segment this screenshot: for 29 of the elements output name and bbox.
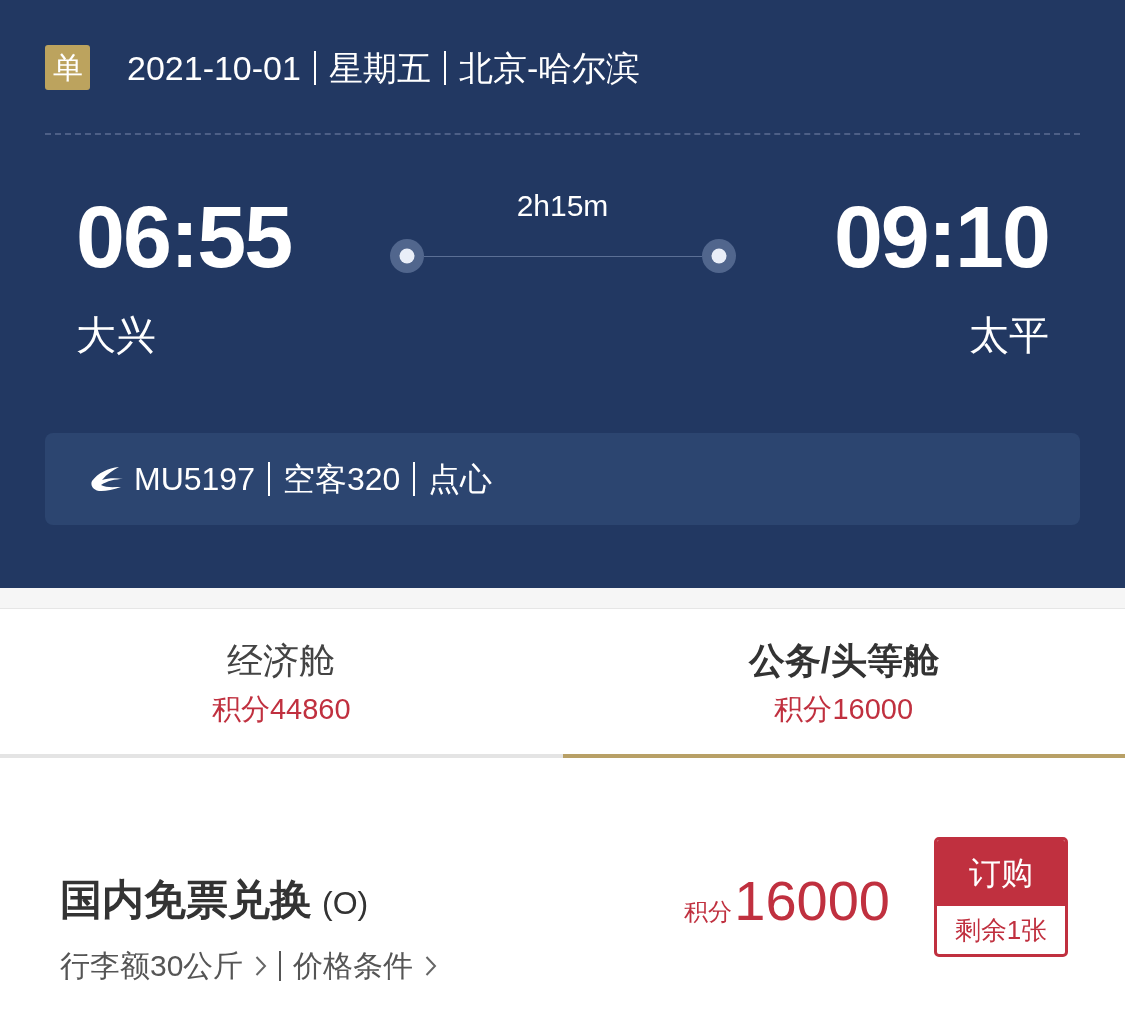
- chevron-right-icon: [425, 955, 438, 977]
- meal-type: 点心: [428, 463, 493, 495]
- book-label: 订购: [937, 840, 1065, 906]
- cabin-points: 积分44860: [211, 695, 351, 724]
- fare-name: 国内免票兑换: [60, 879, 312, 921]
- route-dot-icon: [389, 239, 424, 273]
- departure-airport: 大兴: [76, 315, 156, 355]
- cabin-name: 公务/头等舱: [748, 639, 939, 683]
- book-button[interactable]: 订购 剩余1张: [934, 837, 1068, 957]
- cabin-name: 经济舱: [227, 639, 336, 683]
- points-price: 16000: [734, 873, 890, 929]
- cabin-points: 积分16000: [774, 695, 914, 724]
- departure-time: 06:55: [76, 193, 292, 281]
- route: 北京-哈尔滨: [458, 50, 641, 85]
- trip-type-badge: 单: [45, 45, 90, 90]
- flight-duration: 2h15m: [516, 191, 609, 221]
- aircraft-type: 空客320: [282, 463, 401, 495]
- fare-link[interactable]: 行李额30公斤: [60, 951, 244, 981]
- fare-link[interactable]: 价格条件: [293, 951, 414, 981]
- route-dot-icon: [701, 239, 736, 273]
- seats-remaining: 剩余1张: [953, 914, 1049, 947]
- booking-class: (O): [322, 887, 369, 919]
- arrival-time: 09:10: [833, 193, 1049, 281]
- weekday: 星期五: [328, 50, 431, 85]
- arrival-airport: 太平: [969, 315, 1049, 355]
- price-prefix: 积分: [684, 900, 733, 924]
- flight-date: 2021-10-01: [127, 50, 301, 85]
- flight-number: MU5197: [134, 463, 255, 495]
- chevron-right-icon: [255, 955, 268, 977]
